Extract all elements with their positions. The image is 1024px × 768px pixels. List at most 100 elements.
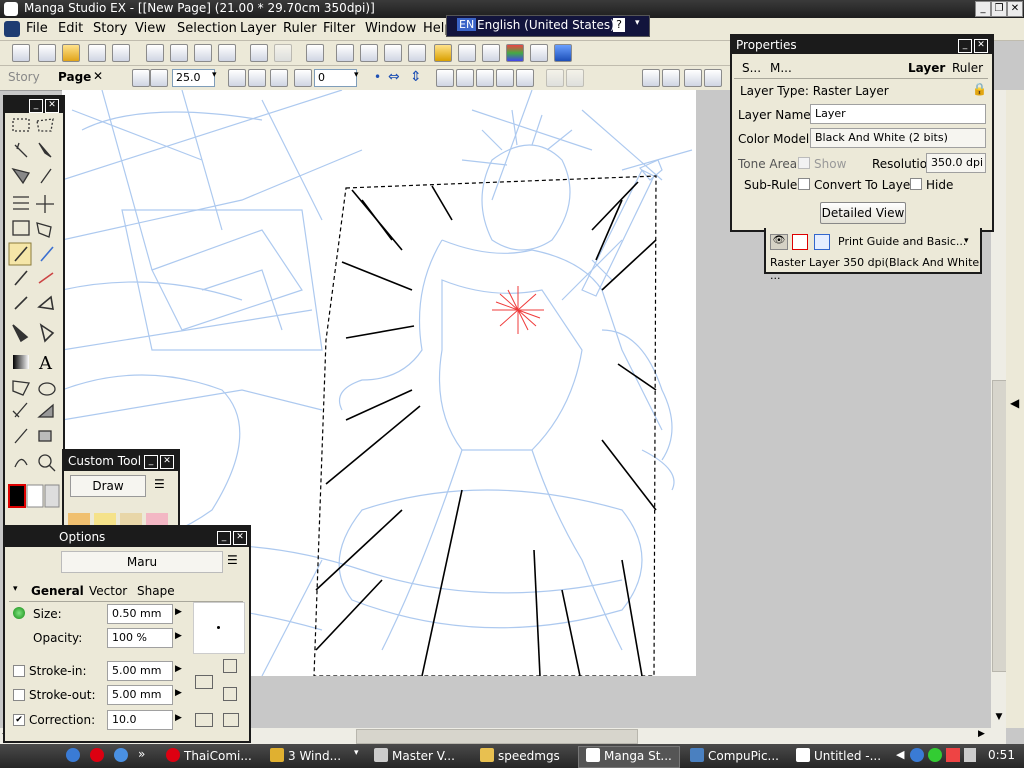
open-folder-icon[interactable]: [62, 44, 80, 62]
run-icon[interactable]: [554, 44, 572, 62]
copy-icon[interactable]: [170, 44, 188, 62]
properties-view-icon[interactable]: [408, 44, 426, 62]
tray-network-icon[interactable]: [910, 748, 924, 762]
menu-file[interactable]: File: [26, 21, 48, 36]
pen-shortcut-icon[interactable]: [642, 69, 660, 87]
tray-volume-icon[interactable]: [964, 748, 976, 762]
custom-tool-minimize-icon[interactable]: _: [144, 455, 158, 469]
dot-icon[interactable]: •: [374, 70, 381, 84]
menu-edit[interactable]: Edit: [58, 21, 83, 36]
size-arrow-icon[interactable]: ▶: [175, 607, 182, 617]
stroke-out-arrow-icon[interactable]: ▶: [175, 688, 182, 698]
rotate-left-icon[interactable]: [248, 69, 266, 87]
correction-curve-icon[interactable]: [195, 713, 213, 727]
zoom-out-icon[interactable]: [150, 69, 168, 87]
selection-tool-icon[interactable]: [436, 69, 454, 87]
layer-row-expand-icon[interactable]: ▾: [964, 236, 969, 246]
disabled-tool-icon[interactable]: [546, 69, 564, 87]
page-view-icon[interactable]: [336, 44, 354, 62]
palette-minimize-icon[interactable]: _: [29, 99, 43, 113]
pressure-icon[interactable]: [223, 659, 237, 673]
tool-options-close-icon[interactable]: ✕: [233, 531, 247, 545]
no-edit-icon[interactable]: [792, 234, 808, 250]
save-all-icon[interactable]: [112, 44, 130, 62]
save-icon[interactable]: [88, 44, 106, 62]
story-view-icon[interactable]: [360, 44, 378, 62]
menu-view[interactable]: View: [135, 21, 166, 36]
tray-collapse-icon[interactable]: ◀: [896, 748, 904, 761]
convert-to-layer-checkbox[interactable]: [798, 178, 810, 190]
tab-layer-props[interactable]: Layer: [908, 61, 945, 75]
stroke-in-checkbox[interactable]: [13, 665, 25, 677]
dock-expand-icon[interactable]: ◀: [1010, 396, 1019, 410]
stroke-out-curve-icon[interactable]: [223, 687, 237, 701]
stroke-in-input[interactable]: 5.00 mm: [107, 661, 173, 681]
fill-selection-icon[interactable]: [476, 69, 494, 87]
fit-page-icon[interactable]: [132, 69, 150, 87]
flip-vertical-icon[interactable]: ⇕: [410, 69, 422, 85]
custom-tool-menu-icon[interactable]: ☰: [154, 477, 165, 491]
actions-icon[interactable]: [530, 44, 548, 62]
document-icon[interactable]: [4, 21, 20, 37]
properties-minimize-icon[interactable]: _: [958, 39, 972, 53]
preset-name-field[interactable]: Maru: [61, 551, 223, 573]
layer-name-input[interactable]: Layer: [810, 104, 986, 124]
tool-options-minimize-icon[interactable]: _: [217, 531, 231, 545]
color-palette-icon[interactable]: [506, 44, 524, 62]
zoom-input[interactable]: 25.0: [172, 69, 215, 87]
tab-story-props[interactable]: S...: [742, 61, 761, 75]
task-thaicomi[interactable]: ThaiComi...: [162, 746, 252, 766]
quicklaunch-icon[interactable]: [114, 748, 128, 762]
task-manga-studio[interactable]: Manga St...: [582, 746, 672, 766]
correction-input[interactable]: 10.0: [107, 710, 173, 730]
help-icon[interactable]: ?: [613, 18, 625, 32]
task-untitled[interactable]: Untitled -...: [792, 746, 881, 766]
horizontal-scroll-thumb[interactable]: [356, 729, 638, 744]
rotate-reset-icon[interactable]: [270, 69, 288, 87]
stroke-out-input[interactable]: 5.00 mm: [107, 685, 173, 705]
palette-close-icon[interactable]: ✕: [45, 99, 59, 113]
zoom-dropdown-icon[interactable]: ▾: [212, 70, 217, 80]
rotate-right-icon[interactable]: [294, 69, 312, 87]
close-tab-icon[interactable]: ✕: [93, 69, 103, 83]
menu-filter[interactable]: Filter: [323, 21, 355, 36]
collapse-icon[interactable]: ▾: [13, 584, 18, 594]
history-icon[interactable]: [482, 44, 500, 62]
print-icon[interactable]: [306, 44, 324, 62]
task-master[interactable]: Master V...: [370, 746, 455, 766]
tab-story[interactable]: Story: [8, 70, 40, 84]
task-windows-group[interactable]: 3 Wind...: [266, 746, 341, 766]
tab-ruler-props[interactable]: Ruler: [952, 61, 983, 75]
disabled-tool-2-icon[interactable]: [566, 69, 584, 87]
new-icon[interactable]: [12, 44, 30, 62]
language-bar[interactable]: EN English (United States) ? ▾: [446, 15, 650, 37]
undo-icon[interactable]: [250, 44, 268, 62]
scroll-down-icon[interactable]: ▼: [992, 712, 1006, 726]
redo-icon[interactable]: [274, 44, 292, 62]
rotation-input[interactable]: 0: [314, 69, 357, 87]
custom-tool-mode-select[interactable]: Draw: [70, 475, 146, 497]
correction-arrow-icon[interactable]: ▶: [175, 713, 182, 723]
tone-icon[interactable]: [434, 44, 452, 62]
tab-shape[interactable]: Shape: [137, 584, 175, 598]
correction-pen-icon[interactable]: [223, 713, 239, 727]
scroll-right-icon[interactable]: ▶: [978, 729, 985, 739]
tool-options-menu-icon[interactable]: ☰: [227, 553, 238, 567]
transform-icon[interactable]: [456, 69, 474, 87]
mask-icon[interactable]: [516, 69, 534, 87]
layer-row-raster[interactable]: Raster Layer 350 dpi(Black And White ...: [770, 256, 980, 282]
new-story-icon[interactable]: [38, 44, 56, 62]
paste-icon[interactable]: [194, 44, 212, 62]
cut-icon[interactable]: [146, 44, 164, 62]
stroke-in-curve-icon[interactable]: [195, 675, 213, 689]
opacity-input[interactable]: 100 %: [107, 628, 173, 648]
size-input[interactable]: 0.50 mm: [107, 604, 173, 624]
visibility-eye-icon[interactable]: 👁: [770, 234, 788, 250]
rotation-dropdown-icon[interactable]: ▾: [354, 70, 359, 80]
menu-story[interactable]: Story: [93, 21, 127, 36]
tab-page[interactable]: Page: [58, 70, 91, 84]
navigator-icon[interactable]: [458, 44, 476, 62]
stroke-out-checkbox[interactable]: [13, 689, 25, 701]
minimize-button[interactable]: _: [975, 1, 991, 17]
menu-selection[interactable]: Selection: [177, 21, 237, 36]
